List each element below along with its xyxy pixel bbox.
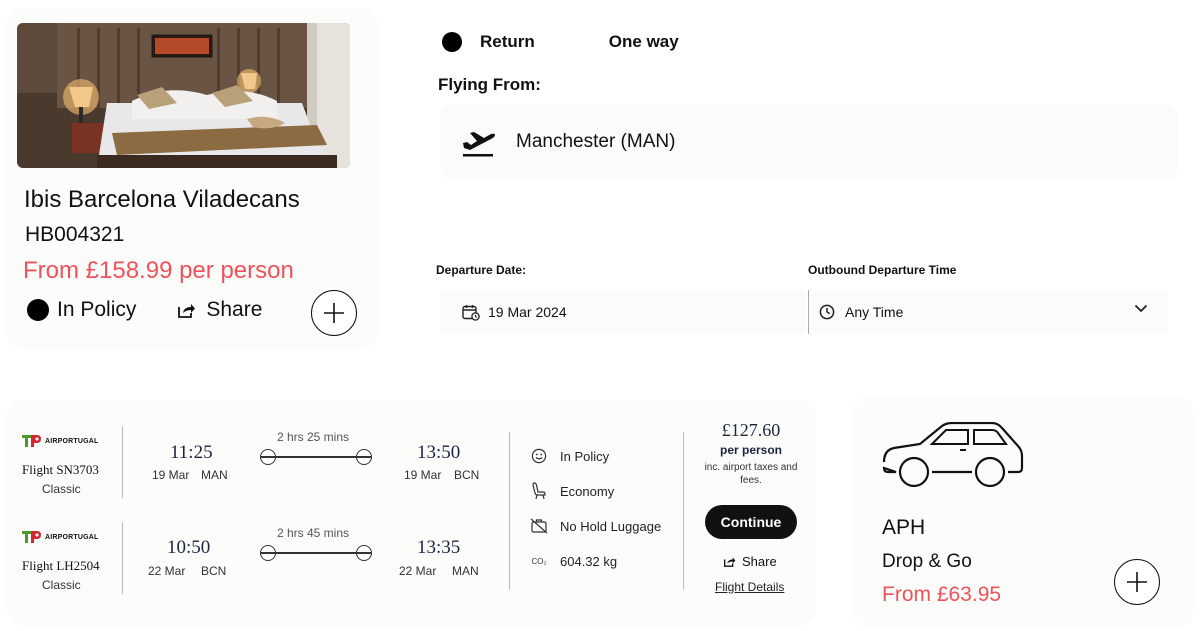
trip-option-one-way[interactable]: One way: [609, 32, 679, 52]
origin-node-icon: [260, 545, 276, 561]
departure-date: 19 Mar: [152, 468, 190, 482]
airline-name: AIRPORTUGAL: [45, 533, 99, 541]
destination-node-icon: [356, 449, 372, 465]
plus-icon: [1127, 572, 1147, 592]
divider: [509, 432, 510, 590]
arrival-time: 13:50: [417, 442, 461, 463]
airline-logo: AIRPORTUGAL: [22, 530, 99, 544]
airline-name: AIRPORTUGAL: [45, 437, 99, 445]
trip-option-return[interactable]: Return: [480, 32, 535, 52]
add-hotel-button[interactable]: [311, 290, 357, 336]
departure-date-value: 19 Mar 2024: [488, 304, 567, 320]
flight-search-panel: Return One way Flying From: Manchester (…: [414, 8, 1194, 350]
fare-class: Classic: [42, 482, 81, 496]
origin-node-icon: [260, 449, 276, 465]
divider: [122, 426, 123, 498]
arrival-airport: MAN: [452, 564, 479, 578]
policy-info: In Policy: [530, 447, 609, 465]
co2-icon: CO₂: [531, 556, 547, 566]
arrival-airport: BCN: [454, 468, 480, 482]
departure-date-label: Departure Date:: [436, 263, 527, 277]
airline-logo: AIRPORTUGAL: [22, 434, 99, 448]
plus-icon: [324, 303, 344, 323]
outbound-time-select[interactable]: Any Time: [808, 290, 1168, 334]
outbound-time-value: Any Time: [845, 304, 904, 320]
tap-logo: [22, 531, 41, 543]
co2-info: CO₂ 604.32 kg: [530, 552, 617, 570]
departure-time: 10:50: [167, 537, 211, 558]
smiley-icon: [531, 448, 547, 464]
chevron-down-icon[interactable]: [1134, 304, 1148, 313]
destination-node-icon: [356, 545, 372, 561]
policy-dot-icon: [27, 299, 49, 321]
policy-text: In Policy: [560, 448, 610, 464]
flight-number: Flight SN3703: [22, 462, 99, 477]
share-label: Share: [206, 298, 263, 321]
tap-logo: [22, 435, 41, 447]
arrival-date: 19 Mar: [404, 468, 442, 482]
flight-details-link[interactable]: Flight Details: [715, 580, 784, 594]
parking-card: APH Drop & Go From £63.95: [852, 396, 1194, 628]
flight-leg-outbound: AIRPORTUGAL Flight SN3703 Classic 11:25 …: [6, 426, 506, 500]
calendar-icon: [462, 304, 480, 321]
cabin-info: Economy: [530, 482, 614, 500]
divider: [683, 432, 684, 590]
arrival-date: 22 Mar: [399, 564, 437, 578]
taxes-note: inc. airport taxes and fees.: [704, 462, 798, 486]
plane-departure-icon: [463, 132, 495, 157]
hotel-photo: [17, 23, 350, 168]
flying-from-label: Flying From:: [438, 75, 541, 94]
seat-icon: [532, 482, 546, 500]
luggage-info: No Hold Luggage: [530, 517, 661, 535]
luggage-text: No Hold Luggage: [560, 518, 662, 534]
flight-duration: 2 hrs 25 mins: [276, 430, 350, 444]
share-icon: [724, 557, 736, 567]
co2-text: 604.32 kg: [560, 553, 618, 569]
share-label: Share: [742, 554, 777, 569]
parking-provider: APH: [882, 516, 926, 539]
departure-airport: BCN: [201, 564, 227, 578]
share-button[interactable]: Share: [178, 298, 262, 322]
departure-date: 22 Mar: [148, 564, 186, 578]
parking-price: From £63.95: [882, 583, 1002, 606]
departure-time: 11:25: [170, 442, 213, 463]
departure-date-field[interactable]: 19 Mar 2024: [440, 290, 806, 334]
continue-button[interactable]: Continue: [705, 505, 797, 539]
flight-price: £127.60: [721, 420, 781, 440]
outbound-time-label: Outbound Departure Time: [808, 263, 957, 277]
radio-return-icon[interactable]: [442, 32, 462, 52]
flight-number: Flight LH2504: [22, 558, 100, 573]
per-person-label: per person: [719, 443, 782, 457]
fare-class: Classic: [42, 578, 81, 592]
trip-type-selector: Return One way: [442, 32, 679, 52]
arrival-time: 13:35: [417, 537, 461, 558]
hotel-code: HB004321: [25, 223, 125, 246]
cabin-text: Economy: [560, 483, 615, 499]
hotel-name: Ibis Barcelona Viladecans: [24, 186, 300, 213]
departure-airport: MAN: [201, 468, 228, 482]
flight-share-button[interactable]: Share: [724, 554, 777, 569]
price-block: £127.60 per person inc. airport taxes an…: [696, 420, 806, 487]
route-line: [260, 544, 372, 562]
hotel-card: Ibis Barcelona Viladecans HB004321 From …: [6, 8, 378, 350]
no-luggage-icon: [530, 518, 548, 534]
divider: [122, 522, 123, 594]
flying-from-field[interactable]: Manchester (MAN): [440, 104, 1178, 180]
policy-label: In Policy: [57, 298, 137, 321]
hotel-price: From £158.99 per person: [23, 257, 294, 284]
flight-duration: 2 hrs 45 mins: [276, 526, 350, 540]
add-parking-button[interactable]: [1114, 559, 1160, 605]
parking-product: Drop & Go: [882, 551, 972, 572]
car-icon: [882, 422, 1024, 488]
hotel-actions: In Policy Share: [27, 298, 262, 322]
flight-result-card: AIRPORTUGAL Flight SN3703 Classic 11:25 …: [6, 400, 816, 626]
clock-icon: [819, 304, 835, 320]
route-line: [260, 448, 372, 466]
flight-leg-return: AIRPORTUGAL Flight LH2504 Classic 10:50 …: [6, 522, 506, 596]
flying-from-value: Manchester (MAN): [516, 131, 676, 152]
share-icon: [178, 304, 196, 318]
